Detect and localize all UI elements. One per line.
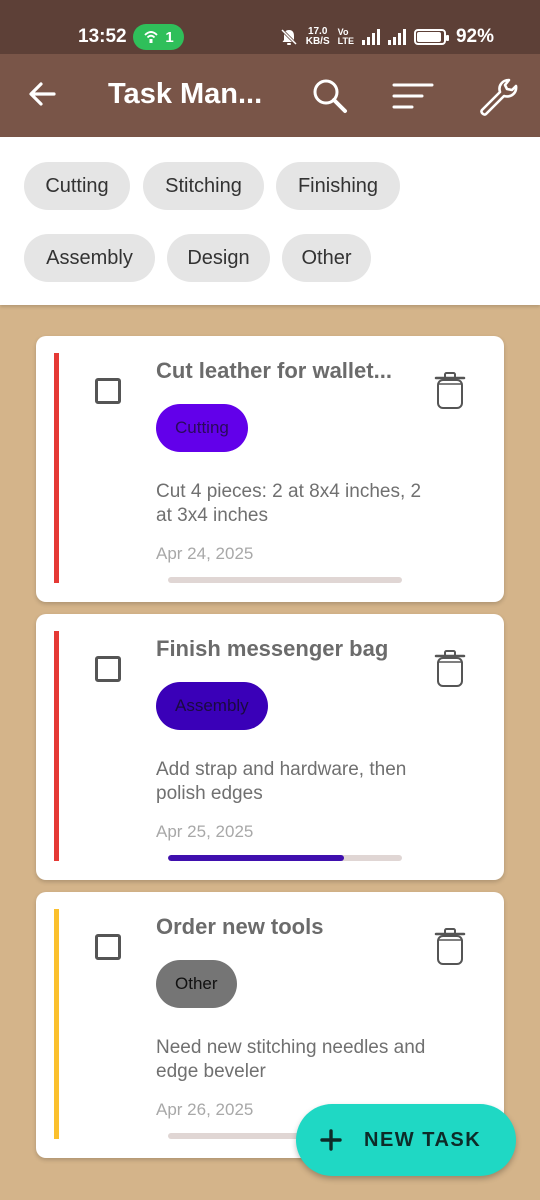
new-task-button[interactable]: NEW TASK	[296, 1104, 516, 1176]
app-bar: Task Man...	[0, 54, 540, 137]
net-speed: 17.0 KB/S	[305, 26, 330, 47]
mute-bell-icon	[280, 28, 297, 46]
task-description: Add strap and hardware, then polish edge…	[156, 759, 407, 804]
priority-indicator	[54, 353, 59, 583]
task-checkbox[interactable]	[95, 656, 121, 682]
arrow-back-icon[interactable]	[26, 78, 58, 110]
task-card[interactable]: Cut leather for wallet... Cutting Cut 4 …	[36, 336, 504, 602]
task-title: Finish messenger bag	[156, 636, 389, 661]
status-bar: 13:52 1 17.0 KB/S Vo LTE 92%	[0, 0, 540, 54]
task-date: Apr 25, 2025	[156, 822, 254, 841]
hotspot-indicator: 1	[133, 24, 184, 50]
page-title: Task Man...	[108, 78, 263, 110]
task-date: Apr 26, 2025	[156, 1100, 254, 1119]
task-description: Need new stitching needles and edge beve…	[156, 1037, 426, 1082]
status-time: 13:52	[78, 26, 127, 47]
task-title: Cut leather for wallet...	[156, 358, 392, 383]
task-progress	[168, 855, 402, 861]
new-task-label: NEW TASK	[364, 1128, 482, 1151]
status-icons: 17.0 KB/S Vo LTE 92%	[280, 26, 494, 48]
filter-chip-assembly[interactable]: Assembly	[24, 234, 155, 282]
hotspot-icon	[144, 31, 158, 43]
signal-2-icon	[387, 29, 406, 45]
trash-icon[interactable]	[434, 370, 466, 410]
task-progress-fill	[168, 855, 344, 861]
filter-chip-finishing[interactable]: Finishing	[276, 162, 400, 210]
battery-icon	[413, 29, 449, 45]
category-filter-bar: Cutting Stitching Finishing Assembly Des…	[0, 137, 540, 305]
filter-chip-stitching[interactable]: Stitching	[143, 162, 264, 210]
priority-indicator	[54, 631, 59, 861]
volte-icon: Vo LTE	[337, 27, 354, 46]
category-chip: Other	[156, 960, 237, 1008]
task-description: Cut 4 pieces: 2 at 8x4 inches, 2 at 3x4 …	[156, 481, 422, 526]
priority-indicator	[54, 909, 59, 1139]
task-card[interactable]: Finish messenger bag Assembly Add strap …	[36, 614, 504, 880]
filter-chip-cutting[interactable]: Cutting	[24, 162, 130, 210]
search-icon	[313, 79, 347, 113]
hotspot-count: 1	[165, 28, 174, 46]
battery-percent: 92%	[455, 26, 494, 47]
settings-button[interactable]	[476, 74, 520, 118]
search-button[interactable]	[308, 74, 352, 118]
task-checkbox[interactable]	[95, 378, 121, 404]
sort-icon	[392, 83, 434, 109]
task-checkbox[interactable]	[95, 934, 121, 960]
task-date: Apr 24, 2025	[156, 544, 254, 563]
category-chip: Cutting	[156, 404, 248, 452]
filter-chip-design[interactable]: Design	[167, 234, 270, 282]
category-chip: Assembly	[156, 682, 268, 730]
sort-button[interactable]	[391, 74, 435, 118]
plus-icon	[320, 1129, 342, 1151]
task-title: Order new tools	[156, 914, 324, 939]
trash-icon[interactable]	[434, 926, 466, 966]
wrench-icon	[480, 78, 518, 116]
filter-chip-other[interactable]: Other	[282, 234, 371, 282]
trash-icon[interactable]	[434, 648, 466, 688]
task-progress	[168, 577, 402, 583]
signal-icon	[361, 29, 380, 45]
